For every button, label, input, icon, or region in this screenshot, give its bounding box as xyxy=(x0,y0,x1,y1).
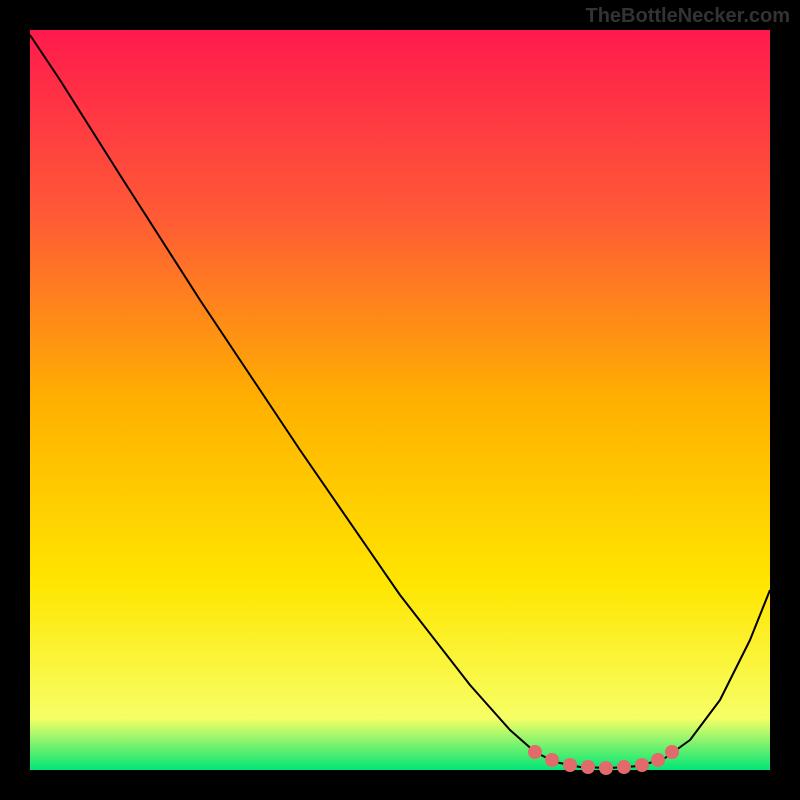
bottleneck-chart xyxy=(0,0,800,800)
optimal-point xyxy=(599,761,613,775)
chart-svg xyxy=(0,0,800,800)
watermark-text: TheBottleNecker.com xyxy=(585,5,790,28)
optimal-point xyxy=(635,758,649,772)
optimal-point xyxy=(617,760,631,774)
gradient-plot-area xyxy=(30,30,770,770)
optimal-point xyxy=(581,760,595,774)
optimal-point xyxy=(528,745,542,759)
optimal-point xyxy=(545,753,559,767)
optimal-point xyxy=(665,745,679,759)
optimal-point xyxy=(651,753,665,767)
optimal-point xyxy=(563,758,577,772)
